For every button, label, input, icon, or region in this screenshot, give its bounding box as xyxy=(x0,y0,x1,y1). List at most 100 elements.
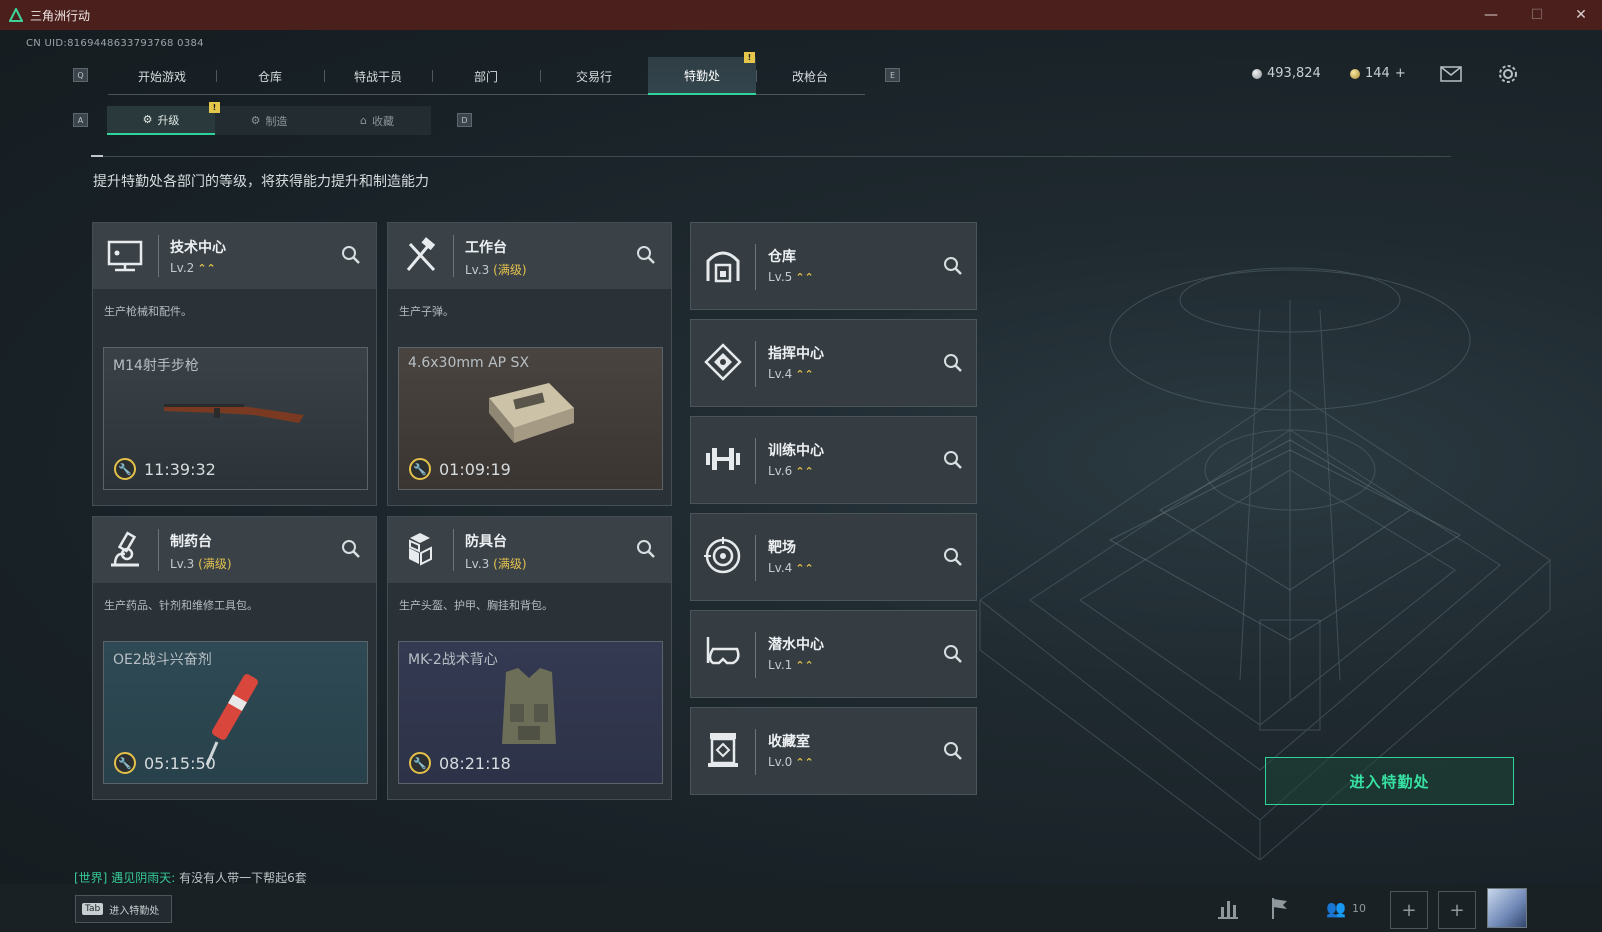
level-text: Lv.3 xyxy=(465,263,490,277)
tab-start-game[interactable]: 开始游戏 xyxy=(108,57,216,95)
workshop-card-workbench[interactable]: 工作台 Lv.3 (满级) 生产子弹。 4.6x30mm AP SX 🔧 01:0… xyxy=(387,222,672,506)
wrench-clock-icon: 🔧 xyxy=(409,752,431,774)
facility-training-center[interactable]: 训练中心 Lv.6 ⌃⌃ xyxy=(690,416,977,504)
search-icon[interactable] xyxy=(942,449,964,471)
header-separator xyxy=(158,235,159,277)
subtab-collection[interactable]: ⌂ 收藏 xyxy=(323,106,431,135)
workshop-description: 生产子弹。 xyxy=(399,305,454,318)
player-avatar[interactable] xyxy=(1487,888,1527,928)
level-text: Lv.0 xyxy=(768,755,793,769)
key-d-hint: D xyxy=(457,113,472,127)
notification-badge: ! xyxy=(744,52,755,63)
upgradable-icon: ⌃⌃ xyxy=(795,659,814,672)
search-icon[interactable] xyxy=(942,352,964,374)
upgradable-icon: ⌃⌃ xyxy=(795,368,814,381)
level-text: Lv.3 xyxy=(465,557,490,571)
crafting-timer: 🔧 11:39:32 xyxy=(114,458,216,480)
tab-shortcut-hint[interactable]: Tab 进入特勤处 xyxy=(75,895,172,923)
tab-trade[interactable]: 交易行 xyxy=(540,57,648,95)
workshop-card-tech-center[interactable]: 技术中心 Lv.2 ⌃⌃ 生产枪械和配件。 M14射手步枪 🔧 11:39:32 xyxy=(92,222,377,506)
search-icon[interactable] xyxy=(340,538,362,560)
search-icon[interactable] xyxy=(942,255,964,277)
workshop-description: 生产枪械和配件。 xyxy=(104,305,192,318)
workshop-card-pharmacy[interactable]: 制药台 Lv.3 (满级) 生产药品、针剂和维修工具包。 OE2战斗兴奋剂 🔧 0… xyxy=(92,516,377,800)
collection-icon: ⌂ xyxy=(360,114,367,127)
search-icon[interactable] xyxy=(635,538,657,560)
add-party-slot-button[interactable]: + xyxy=(1438,891,1476,929)
facility-level: Lv.6 ⌃⌃ xyxy=(768,464,814,478)
crafting-item-slot[interactable]: 4.6x30mm AP SX 🔧 01:09:19 xyxy=(398,347,663,490)
friends-button[interactable]: 👥 10 xyxy=(1322,893,1370,923)
header-separator xyxy=(158,529,159,571)
subtab-craft[interactable]: ⚙ 制造 xyxy=(215,106,323,135)
level-text: Lv.4 xyxy=(768,561,793,575)
workshop-level: Lv.3 (满级) xyxy=(465,555,527,572)
window-titlebar: 三角洲行动 xyxy=(0,0,1602,30)
gold-currency[interactable]: 144 + xyxy=(1350,66,1406,81)
tab-warehouse[interactable]: 仓库 xyxy=(216,57,324,95)
search-icon[interactable] xyxy=(942,740,964,762)
header-divider-accent xyxy=(91,155,103,157)
minimize-icon[interactable]: — xyxy=(1468,0,1514,30)
crafting-item-slot[interactable]: OE2战斗兴奋剂 🔧 05:15:50 xyxy=(103,641,368,784)
tab-key: Tab xyxy=(82,903,104,915)
facility-diving-center[interactable]: 潜水中心 Lv.1 ⌃⌃ xyxy=(690,610,977,698)
facility-shooting-range[interactable]: 靶场 Lv.4 ⌃⌃ xyxy=(690,513,977,601)
timer-text: 08:21:18 xyxy=(439,753,511,773)
key-a-hint: A xyxy=(73,113,88,127)
chat-text: 有没有人带一下帮起6套 xyxy=(179,871,307,885)
settings-gear-icon[interactable] xyxy=(1497,63,1519,85)
level-text: Lv.5 xyxy=(768,270,793,284)
upgradable-icon: ⌃⌃ xyxy=(795,756,814,769)
player-uid: CN UID:8169448633793768 0384 xyxy=(26,38,204,49)
facility-command-center[interactable]: 指挥中心 Lv.4 ⌃⌃ xyxy=(690,319,977,407)
add-gold-icon[interactable]: + xyxy=(1395,66,1406,81)
upgrade-notification-badge: ! xyxy=(209,102,220,113)
workshop-card-armor-bench[interactable]: 防具台 Lv.3 (满级) 生产头盔、护甲、胸挂和背包。 MK-2战术背心 🔧 0… xyxy=(387,516,672,800)
crafting-item-slot[interactable]: MK-2战术背心 🔧 08:21:18 xyxy=(398,641,663,784)
search-icon[interactable] xyxy=(942,546,964,568)
tab-gunsmith[interactable]: 改枪台 xyxy=(756,57,864,95)
gold-coin-icon xyxy=(1350,68,1360,79)
tab-operators[interactable]: 特战干员 xyxy=(324,57,432,95)
tab-special-ops[interactable]: 特勤处 xyxy=(648,57,756,95)
search-icon[interactable] xyxy=(340,244,362,266)
stats-chart-icon[interactable] xyxy=(1213,893,1243,923)
header-separator xyxy=(755,341,756,387)
silver-amount: 493,824 xyxy=(1267,66,1321,81)
close-icon[interactable]: ✕ xyxy=(1558,0,1602,30)
workshop-description: 生产药品、针剂和维修工具包。 xyxy=(104,599,258,612)
tactical-vest-image xyxy=(502,668,556,744)
silver-currency: 493,824 xyxy=(1252,66,1321,81)
upgrade-icon: ⚙ xyxy=(142,113,153,126)
subtab-upgrade[interactable]: ⚙ 升级 xyxy=(107,106,215,135)
facility-collection-room[interactable]: 收藏室 Lv.0 ⌃⌃ xyxy=(690,707,977,795)
facility-warehouse[interactable]: 仓库 Lv.5 ⌃⌃ xyxy=(690,222,977,310)
workshop-name: 工作台 xyxy=(465,240,507,256)
flag-icon[interactable] xyxy=(1265,893,1295,923)
craft-icon: ⚙ xyxy=(250,114,261,127)
tab-department[interactable]: 部门 xyxy=(432,57,540,95)
header-separator xyxy=(755,632,756,678)
header-separator xyxy=(453,529,454,571)
subtab-craft-label: 制造 xyxy=(265,114,288,128)
search-icon[interactable] xyxy=(942,643,964,665)
search-icon[interactable] xyxy=(635,244,657,266)
computer-icon xyxy=(107,240,143,272)
crafting-item-name: OE2战斗兴奋剂 xyxy=(113,652,212,668)
key-q-hint: Q xyxy=(73,68,88,82)
enter-special-ops-button[interactable]: 进入特勤处 xyxy=(1265,757,1514,805)
ammo-box-image xyxy=(489,383,574,443)
crafting-item-slot[interactable]: M14射手步枪 🔧 11:39:32 xyxy=(103,347,368,490)
crafting-timer: 🔧 05:15:50 xyxy=(114,752,216,774)
header-separator xyxy=(755,438,756,484)
workshop-level: Lv.3 (满级) xyxy=(465,261,527,278)
facility-name: 靶场 xyxy=(768,540,796,556)
key-e-hint: E xyxy=(885,68,900,82)
maximize-icon[interactable]: ☐ xyxy=(1514,0,1560,30)
mail-icon[interactable] xyxy=(1440,66,1462,82)
collection-room-icon xyxy=(708,733,738,767)
workshop-level: Lv.2 ⌃⌃ xyxy=(170,261,216,275)
add-party-slot-button[interactable]: + xyxy=(1390,891,1428,929)
crafting-timer: 🔧 08:21:18 xyxy=(409,752,511,774)
